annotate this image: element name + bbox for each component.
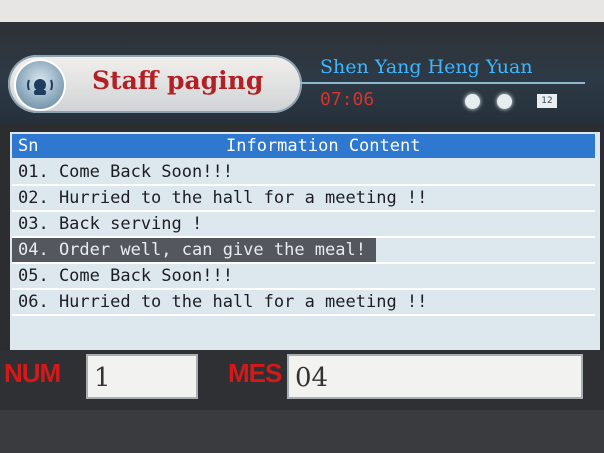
mes-field[interactable]: 04 [287, 354, 583, 399]
row-text: 06. Hurried to the hall for a meeting !! [18, 292, 428, 312]
row-text: 02. Hurried to the hall for a meeting !! [18, 188, 428, 208]
table-row[interactable]: 03. Back serving ! [12, 212, 595, 238]
pager-logo-icon [16, 61, 64, 109]
message-table: Sn Information Content 01. Come Back Soo… [10, 132, 600, 350]
row-text: 04. Order well, can give the meal! [12, 238, 376, 262]
table-row[interactable]: 06. Hurried to the hall for a meeting !! [12, 290, 595, 316]
column-header-info: Information Content [226, 136, 421, 156]
table-row[interactable]: 01. Come Back Soon!!! [12, 160, 595, 186]
status-dot-icon [497, 94, 512, 109]
clock-time: 07:06 [320, 89, 375, 110]
table-row[interactable]: 05. Come Back Soon!!! [12, 264, 595, 290]
mes-label: MES [228, 358, 282, 388]
row-text: 01. Come Back Soon!!! [18, 162, 233, 182]
table-header: Sn Information Content [12, 134, 595, 158]
status-dot-icon [465, 94, 480, 109]
bottom-bezel [0, 410, 604, 453]
num-label: NUM [4, 358, 61, 388]
company-name: Shen Yang Heng Yuan [320, 56, 533, 78]
num-field[interactable]: 1 [86, 354, 198, 399]
status-badge: 12 [537, 94, 557, 108]
row-text: 03. Back serving ! [18, 214, 203, 234]
header-divider [300, 82, 585, 84]
table-row[interactable]: 02. Hurried to the hall for a meeting !! [12, 186, 595, 212]
row-text: 05. Come Back Soon!!! [18, 266, 233, 286]
page-title: Staff paging [92, 66, 264, 95]
table-row-selected[interactable]: 04. Order well, can give the meal! [12, 238, 595, 264]
device-screen: Staff paging Shen Yang Heng Yuan 07:06 1… [0, 22, 604, 453]
column-header-sn: Sn [18, 136, 39, 156]
